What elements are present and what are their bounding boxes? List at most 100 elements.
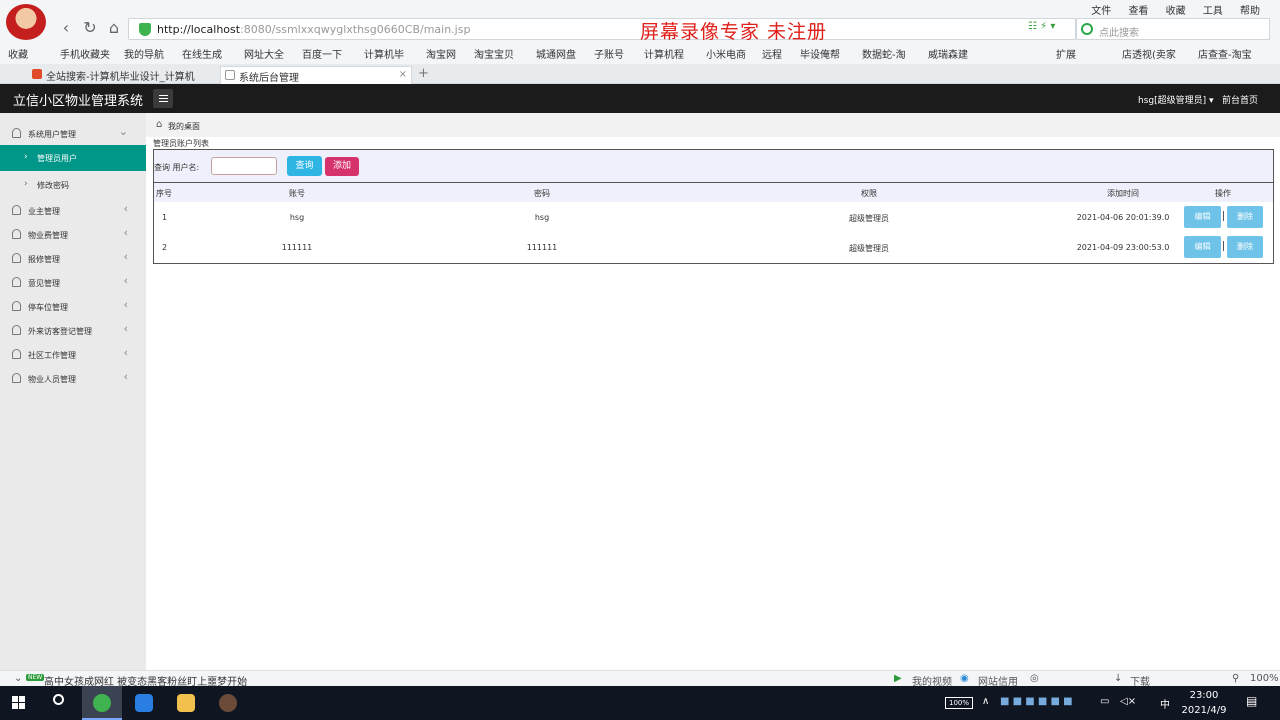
chevron-down-icon: ⌄ [118, 125, 128, 138]
bookmark-item[interactable]: 我的导航 [124, 46, 164, 61]
tab-admin[interactable]: 系统后台管理 × [220, 66, 412, 84]
bookmark-item[interactable]: 毕设俺帮 [800, 46, 840, 61]
app-taskbar-icon[interactable] [124, 686, 164, 720]
bookmark-item[interactable]: 网址大全 [244, 46, 284, 61]
sidebar-item-community-work[interactable]: 社区工作管理 ‹ [0, 342, 146, 366]
delete-button[interactable]: 删除 [1227, 236, 1263, 258]
battery-indicator[interactable]: 100% [945, 697, 973, 709]
bookmark-item[interactable]: 子账号 [594, 46, 624, 61]
user-menu[interactable]: hsg[超级管理员] ▾ [1138, 93, 1214, 106]
bookmark-item[interactable]: 小米电商 [706, 46, 746, 61]
sidebar-item-feedback[interactable]: 意见管理 ‹ [0, 270, 146, 294]
column-header: 权限 [861, 189, 877, 198]
download-icon: ↓ [1114, 673, 1123, 684]
edit-button[interactable]: 编辑 [1184, 206, 1221, 228]
bookmark-item[interactable]: 数据蛇-淘 [862, 46, 906, 61]
tray-icons[interactable]: ■ ■ ■ ■ ■ ■ [1000, 696, 1073, 707]
column-header: 序号 [156, 189, 172, 198]
file-explorer-taskbar-icon[interactable] [166, 686, 206, 720]
volume-icon[interactable]: ◁× [1120, 696, 1136, 707]
menu-tools[interactable]: 工具 [1203, 6, 1223, 17]
menu-help[interactable]: 帮助 [1240, 6, 1260, 17]
url-text: http://localhost:8080/ssmlxxqwyglxthsg06… [157, 23, 471, 36]
menu-file[interactable]: 文件 [1091, 6, 1111, 17]
add-button[interactable]: 添加 [325, 157, 359, 176]
bookmark-item[interactable]: 百度一下 [302, 46, 342, 61]
bookmark-item[interactable]: 计算机程 [644, 46, 684, 61]
refresh-icon[interactable]: ↻ [80, 18, 100, 38]
sidebar-item-system-users[interactable]: 系统用户管理 ⌄ [0, 121, 146, 145]
back-icon[interactable]: ‹ [56, 18, 76, 38]
bookmark-item[interactable]: 威瑞森建 [928, 46, 968, 61]
secure-shield-icon [139, 23, 151, 36]
search-icon[interactable] [40, 686, 80, 720]
delete-button[interactable]: 删除 [1227, 206, 1263, 228]
sidebar-item-repairs[interactable]: 报修管理 ‹ [0, 246, 146, 270]
tab-search[interactable]: 全站搜索-计算机毕业设计_计算机 [28, 66, 216, 84]
windows-taskbar: 100% ∧ ■ ■ ■ ■ ■ ■ ▭ ◁× 中 23:00 2021/4/9… [0, 686, 1280, 720]
windows-start-icon[interactable] [12, 696, 26, 710]
username-search-input[interactable] [211, 157, 277, 175]
query-button[interactable]: 查询 [287, 156, 322, 176]
app-header: 立信小区物业管理系统 hsg[超级管理员] ▾ 前台首页 [0, 84, 1280, 113]
menu-view[interactable]: 查看 [1128, 6, 1148, 17]
network-icon[interactable]: ▭ [1100, 696, 1109, 707]
table-header: 序号 账号 密码 权限 添加时间 操作 [154, 183, 1273, 202]
zoom-level[interactable]: 100% [1250, 673, 1279, 684]
shield-icon[interactable]: ◎ [1030, 673, 1039, 684]
section-title: 管理员账户列表 [153, 139, 209, 148]
sidebar-item-property-fees[interactable]: 物业费管理 ‹ [0, 222, 146, 246]
tray-chevron-icon[interactable]: ∧ [982, 696, 989, 707]
user-icon [12, 325, 21, 335]
edit-button[interactable]: 编辑 [1184, 236, 1221, 258]
menu-favorites[interactable]: 收藏 [1166, 6, 1186, 17]
cell-role: 超级管理员 [849, 244, 889, 253]
clock[interactable]: 23:00 2021/4/9 [1180, 688, 1228, 718]
browser-search-box[interactable]: 点此搜索 [1076, 18, 1270, 40]
folder-icon [177, 694, 195, 712]
bookmark-item[interactable]: 店查查-淘宝 [1198, 46, 1252, 61]
column-header: 密码 [534, 189, 550, 198]
ime-indicator[interactable]: 中 [1160, 696, 1170, 711]
bookmark-item[interactable]: 扩展 [1056, 46, 1076, 61]
bookmark-item[interactable]: 淘宝网 [426, 46, 456, 61]
sidebar-item-owners[interactable]: 业主管理 ‹ [0, 198, 146, 222]
chevron-down-icon[interactable]: ⌄ [14, 673, 22, 684]
search-toolbar: 查询 用户名: 查询 添加 [154, 150, 1273, 183]
bookmark-item[interactable]: 店透视(卖家 [1122, 46, 1176, 61]
new-tab-icon[interactable]: + [418, 66, 429, 81]
bookmark-item[interactable]: 远程 [762, 46, 782, 61]
bookmark-item[interactable]: 手机收藏夹 [60, 46, 110, 61]
chevron-left-icon: ‹ [123, 298, 128, 311]
chevron-left-icon: ‹ [123, 274, 128, 287]
search-icon [1081, 23, 1093, 35]
sidebar-item-visitors[interactable]: 外来访客登记管理 ‹ [0, 318, 146, 342]
bookmark-item[interactable]: 城通网盘 [536, 46, 576, 61]
cell-time: 2021-04-06 20:01:39.0 [1076, 213, 1170, 222]
clock-time: 23:00 [1189, 690, 1219, 701]
clock-date: 2021/4/9 [1181, 705, 1227, 716]
bookmark-item[interactable]: 淘宝宝贝 [474, 46, 514, 61]
user-avatar[interactable] [6, 4, 46, 40]
home-icon[interactable]: ⌂ [156, 119, 162, 130]
notification-icon[interactable]: ▤ [1246, 694, 1257, 708]
home-icon[interactable]: ⌂ [104, 18, 124, 38]
address-bar[interactable]: http://localhost:8080/ssmlxxqwyglxthsg06… [128, 18, 1076, 40]
browser-taskbar-icon[interactable] [82, 686, 122, 720]
search-placeholder: 点此搜索 [1099, 28, 1139, 39]
settings-taskbar-icon[interactable] [208, 686, 248, 720]
sidebar-item-parking[interactable]: 停车位管理 ‹ [0, 294, 146, 318]
cell-no: 2 [162, 243, 168, 252]
user-icon [12, 349, 21, 359]
front-page-link[interactable]: 前台首页 [1222, 93, 1258, 106]
sidebar-item-staff[interactable]: 物业人员管理 ‹ [0, 366, 146, 390]
bookmark-item[interactable]: 在线生成 [182, 46, 222, 61]
column-header: 添加时间 [1107, 189, 1139, 198]
sidebar-item-admin-users[interactable]: › 管理员用户 [0, 145, 146, 171]
bookmark-item[interactable]: 计算机毕 [364, 46, 404, 61]
sidebar-item-change-password[interactable]: › 修改密码 [0, 172, 146, 198]
menu-toggle-button[interactable] [153, 89, 173, 108]
bookmark-item[interactable]: 收藏 [8, 46, 28, 61]
address-tools-icons[interactable]: ☷ ⚡ ▾ [1028, 21, 1055, 32]
close-tab-icon[interactable]: × [399, 69, 407, 80]
